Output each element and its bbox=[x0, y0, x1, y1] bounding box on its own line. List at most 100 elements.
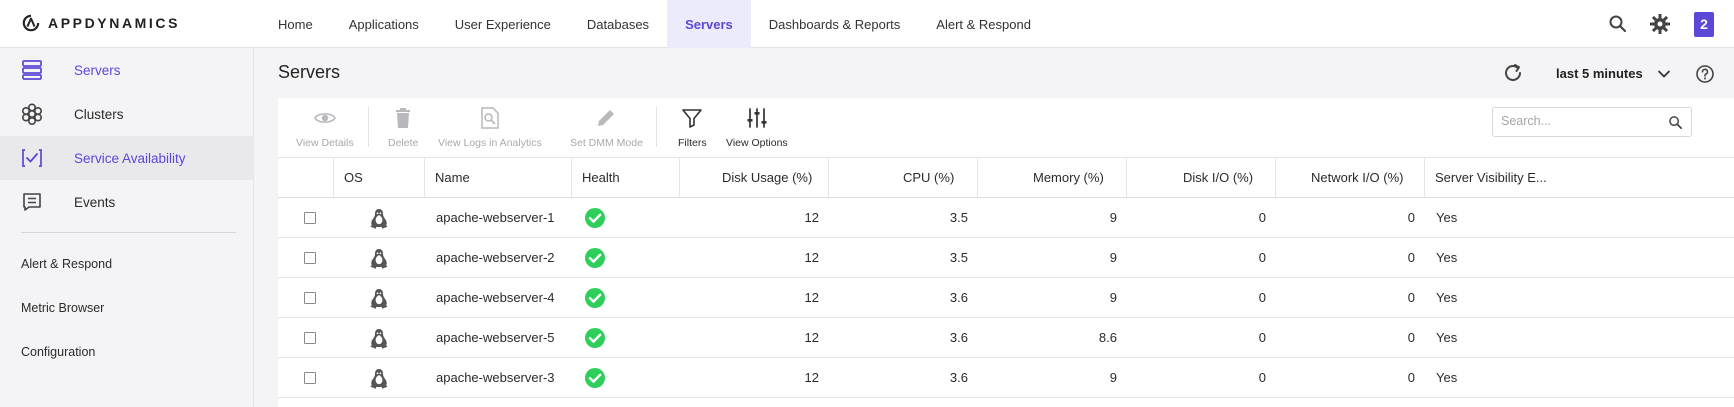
sidebar-link-configuration[interactable]: Configuration bbox=[21, 345, 95, 359]
delete-button[interactable]: Delete bbox=[388, 106, 418, 149]
main-nav: Home Applications User Experience Databa… bbox=[260, 0, 1049, 48]
server-name-link[interactable]: apache-webserver-4 bbox=[424, 278, 571, 317]
server-name-link[interactable]: apache-webserver-5 bbox=[424, 318, 571, 357]
events-icon bbox=[23, 193, 41, 211]
nav-databases[interactable]: Databases bbox=[569, 0, 667, 48]
health-cell[interactable] bbox=[571, 358, 679, 397]
nav-dashboards-reports[interactable]: Dashboards & Reports bbox=[751, 0, 919, 48]
nav-user-experience[interactable]: User Experience bbox=[437, 0, 569, 48]
healthy-check-icon bbox=[585, 247, 605, 268]
column-header-health[interactable]: Health bbox=[571, 158, 679, 197]
filters-button[interactable]: Filters bbox=[678, 106, 707, 149]
row-checkbox[interactable] bbox=[304, 331, 316, 344]
main-content: Servers last 5 minutes View Details Dele… bbox=[254, 48, 1734, 407]
row-checkbox[interactable] bbox=[304, 211, 316, 224]
healthy-check-icon bbox=[585, 367, 605, 388]
column-header-network-io[interactable]: Network I/O (%) bbox=[1275, 158, 1424, 197]
sidebar-item-events[interactable]: Events bbox=[0, 180, 254, 224]
server-name-link[interactable]: apache-webserver-1 bbox=[424, 198, 571, 237]
nav-alert-respond[interactable]: Alert & Respond bbox=[918, 0, 1049, 48]
server-name-link[interactable]: apache-webserver-2 bbox=[424, 238, 571, 277]
filter-icon bbox=[682, 109, 703, 128]
toolbar: View Details Delete View Logs in Analyti… bbox=[278, 98, 1734, 158]
memory-value: 9 bbox=[1109, 370, 1117, 385]
memory-value: 9 bbox=[1109, 210, 1117, 225]
time-range-selector[interactable]: last 5 minutes bbox=[1556, 66, 1643, 81]
os-cell bbox=[333, 198, 424, 237]
column-header-disk-usage[interactable]: Disk Usage (%) bbox=[679, 158, 828, 197]
disk-usage-value: 12 bbox=[804, 210, 819, 225]
sidebar-item-label: Clusters bbox=[74, 106, 124, 122]
column-header-name[interactable]: Name bbox=[424, 158, 571, 197]
set-dmm-mode-button[interactable]: Set DMM Mode bbox=[570, 106, 643, 149]
sidebar-item-servers[interactable]: Servers bbox=[0, 48, 254, 92]
cpu-value: 3.6 bbox=[949, 330, 968, 345]
health-cell[interactable] bbox=[571, 198, 679, 237]
healthy-check-icon bbox=[585, 207, 605, 228]
sliders-icon bbox=[747, 108, 767, 128]
column-header-memory[interactable]: Memory (%) bbox=[977, 158, 1126, 197]
search-box[interactable] bbox=[1492, 107, 1692, 137]
appdynamics-logo[interactable]: APPDYNAMICS bbox=[22, 14, 180, 32]
cpu-value: 3.6 bbox=[949, 370, 968, 385]
set-dmm-label: Set DMM Mode bbox=[570, 137, 643, 149]
server-name-link[interactable]: apache-webserver-3 bbox=[424, 358, 571, 397]
table-row[interactable]: apache-webserver-3 12 3.6 9 0 0 Yes bbox=[278, 358, 1734, 398]
toolbar-separator bbox=[368, 107, 369, 147]
search-icon[interactable] bbox=[1608, 14, 1628, 34]
column-header-disk-io[interactable]: Disk I/O (%) bbox=[1126, 158, 1275, 197]
disk-io-value: 0 bbox=[1258, 330, 1266, 345]
view-options-label: View Options bbox=[726, 137, 788, 149]
column-header-os[interactable]: OS bbox=[333, 158, 424, 197]
disk-io-value: 0 bbox=[1258, 210, 1266, 225]
sidebar-item-service-availability[interactable]: Service Availability bbox=[0, 136, 254, 180]
nav-applications[interactable]: Applications bbox=[331, 0, 437, 48]
table-row[interactable]: apache-webserver-1 12 3.5 9 0 0 Yes bbox=[278, 198, 1734, 238]
health-cell[interactable] bbox=[571, 278, 679, 317]
network-io-value: 0 bbox=[1407, 250, 1415, 265]
refresh-icon[interactable] bbox=[1502, 62, 1524, 84]
table-row[interactable]: apache-webserver-5 12 3.6 8.6 0 0 Yes bbox=[278, 318, 1734, 358]
table-body: apache-webserver-1 12 3.5 9 0 0 Yes apache-webs… bbox=[278, 198, 1734, 398]
notification-badge[interactable]: 2 bbox=[1694, 11, 1714, 37]
top-right-actions: 2 bbox=[1608, 0, 1734, 48]
network-io-value: 0 bbox=[1407, 330, 1415, 345]
linux-icon bbox=[370, 208, 387, 229]
column-header-cpu[interactable]: CPU (%) bbox=[828, 158, 977, 197]
sidebar-item-label: Servers bbox=[74, 62, 121, 78]
gear-icon[interactable] bbox=[1650, 14, 1670, 34]
sidebar-divider bbox=[21, 232, 236, 233]
view-options-button[interactable]: View Options bbox=[726, 106, 788, 149]
column-header-server-visibility[interactable]: Server Visibility E... bbox=[1424, 158, 1574, 197]
row-checkbox[interactable] bbox=[304, 251, 316, 264]
chevron-down-icon[interactable] bbox=[1656, 66, 1672, 82]
view-logs-button[interactable]: View Logs in Analytics bbox=[438, 106, 542, 149]
row-checkbox[interactable] bbox=[304, 291, 316, 304]
row-checkbox-cell bbox=[300, 278, 320, 317]
view-details-button[interactable]: View Details bbox=[296, 106, 354, 149]
help-icon[interactable] bbox=[1695, 64, 1715, 84]
os-cell bbox=[333, 278, 424, 317]
row-checkbox[interactable] bbox=[304, 371, 316, 384]
row-checkbox-cell bbox=[300, 318, 320, 357]
table-row[interactable]: apache-webserver-2 12 3.5 9 0 0 Yes bbox=[278, 238, 1734, 278]
sidebar-item-clusters[interactable]: Clusters bbox=[0, 92, 254, 136]
search-input[interactable] bbox=[1501, 114, 1661, 128]
search-icon[interactable] bbox=[1668, 115, 1683, 130]
filters-label: Filters bbox=[678, 137, 707, 149]
sidebar-link-metric-browser[interactable]: Metric Browser bbox=[21, 301, 104, 315]
sidebar-link-alert-respond[interactable]: Alert & Respond bbox=[21, 257, 112, 271]
network-io-value: 0 bbox=[1407, 290, 1415, 305]
nav-home[interactable]: Home bbox=[260, 0, 331, 48]
os-cell bbox=[333, 358, 424, 397]
nav-servers[interactable]: Servers bbox=[667, 0, 751, 48]
disk-io-value: 0 bbox=[1258, 370, 1266, 385]
disk-io-value: 0 bbox=[1258, 250, 1266, 265]
delete-label: Delete bbox=[388, 137, 419, 149]
servers-panel: View Details Delete View Logs in Analyti… bbox=[278, 98, 1734, 407]
table-row[interactable]: apache-webserver-4 12 3.6 9 0 0 Yes bbox=[278, 278, 1734, 318]
health-cell[interactable] bbox=[571, 318, 679, 357]
health-cell[interactable] bbox=[571, 238, 679, 277]
healthy-check-icon bbox=[585, 287, 605, 308]
disk-io-value: 0 bbox=[1258, 290, 1266, 305]
